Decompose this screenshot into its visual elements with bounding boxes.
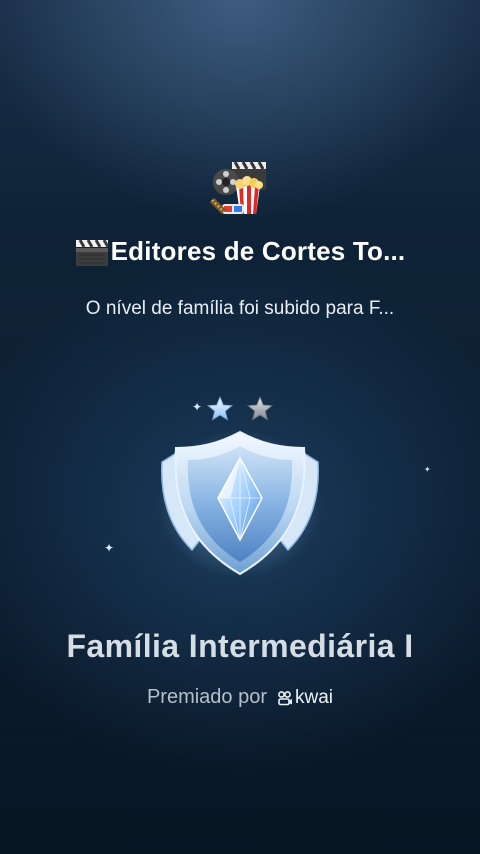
kwai-brand: kwai xyxy=(277,687,333,709)
sparkle-icon: ✦ xyxy=(104,541,115,555)
sparkle-icon: ✦ xyxy=(424,465,431,474)
level-title: Família Intermediária I xyxy=(66,628,414,664)
clapperboard-icon xyxy=(75,239,109,266)
family-name: Editores de Cortes To... xyxy=(0,236,480,267)
kwai-logo-icon xyxy=(278,690,293,705)
family-name-text: Editores de Cortes To... xyxy=(110,236,406,266)
sparkle-icon: ✦ xyxy=(192,400,203,414)
level-stars xyxy=(206,395,274,421)
level-up-screen: Editores de Cortes To... O nível de famí… xyxy=(0,0,480,854)
level-up-message: O nível de família foi subido para F... xyxy=(85,298,395,319)
kwai-brand-text: kwai xyxy=(295,686,334,708)
diamond-shield-icon xyxy=(158,430,322,578)
awarded-by-label: Premiado por xyxy=(146,686,268,708)
movie-reel-popcorn-icon xyxy=(209,161,266,215)
awarded-by: Premiado por kwai xyxy=(0,686,480,709)
star-unlit-icon xyxy=(246,395,274,421)
star-lit-icon xyxy=(206,395,234,421)
